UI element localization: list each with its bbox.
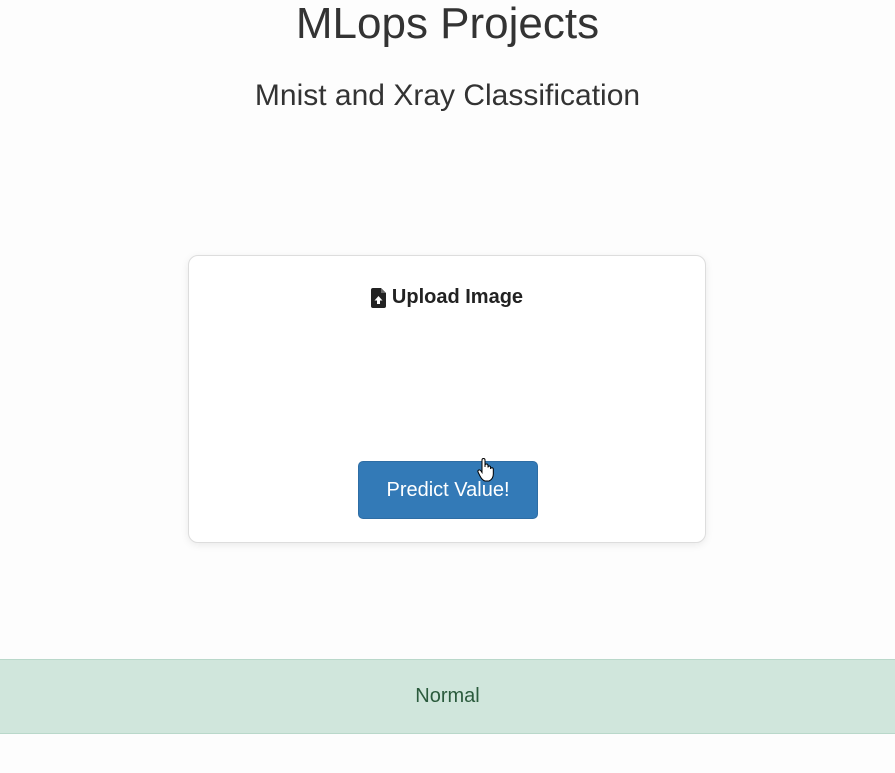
upload-image-label[interactable]: Upload Image [189,286,705,309]
upload-image-text: Upload Image [391,286,524,308]
file-upload-icon [370,287,386,308]
page-title: MLops Projects [295,0,600,48]
prediction-result: Normal [0,659,895,734]
page: MLops Projects Mnist and Xray Classifica… [0,0,895,773]
predict-value-button[interactable]: Predict Value! [358,461,538,519]
upload-card: Upload Image Predict Value! [188,255,706,543]
page-subtitle: Mnist and Xray Classification [254,79,641,112]
